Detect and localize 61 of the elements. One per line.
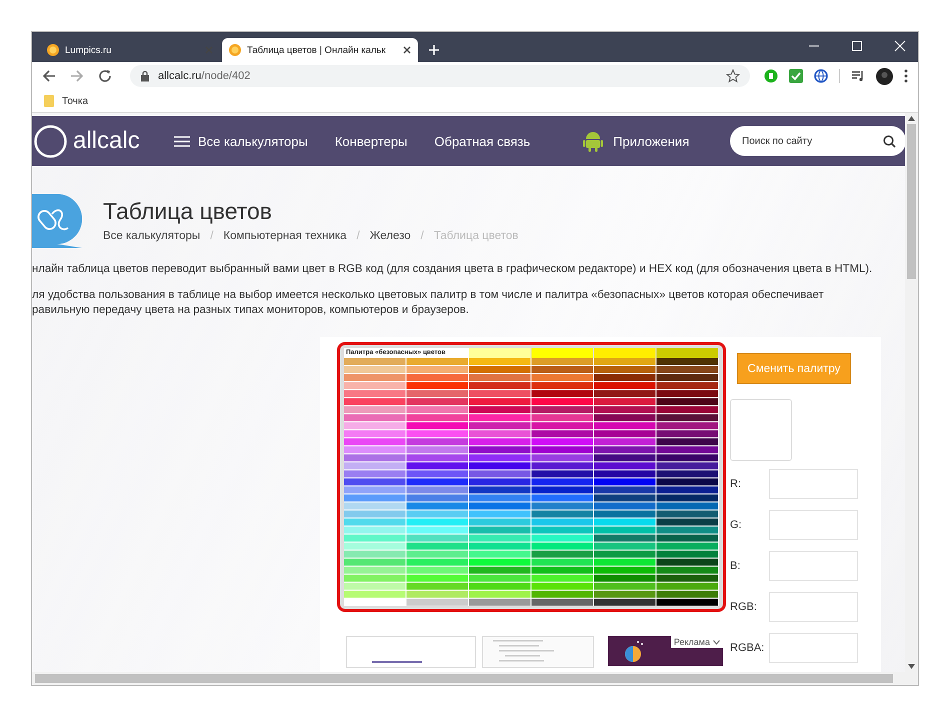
nav-link[interactable]: Обратная связь: [434, 134, 530, 148]
browser-tab[interactable]: Lumpics.ru: [40, 38, 220, 62]
browser-tab[interactable]: Таблица цветов | Онлайн кальк: [222, 38, 418, 62]
breadcrumb-separator: /: [356, 230, 360, 242]
page-title: Таблица цветов: [103, 198, 274, 225]
input-field[interactable]: [769, 592, 858, 622]
breadcrumb-separator: /: [210, 230, 214, 242]
url-text: allcalc.ru/node/402: [158, 70, 252, 82]
menu-icon[interactable]: [904, 69, 908, 83]
ad-label[interactable]: Реклама: [670, 636, 723, 648]
field-label: R:: [730, 478, 742, 490]
globe-icon[interactable]: [814, 69, 828, 83]
breadcrumb-link[interactable]: Все калькуляторы: [103, 230, 200, 242]
paragraph-line: ля удобства пользования в таблице на выбор имеется несколько цветовых палитр в том числе и палитра «безопасных» цветов которая обеспечивает: [32, 289, 825, 301]
maximize-icon[interactable]: [851, 40, 863, 52]
menu-icon: [174, 136, 190, 146]
site-icon: [46, 43, 60, 57]
nav-link[interactable]: Конвертеры: [334, 134, 408, 148]
scrollbar-thumb[interactable]: [35, 674, 893, 683]
checkbox-extension-icon[interactable]: [789, 69, 803, 83]
address-bar[interactable]: allcalc.ru/node/402: [130, 65, 750, 87]
scroll-down-icon[interactable]: [908, 664, 915, 669]
search-icon[interactable]: [883, 134, 896, 148]
star-icon[interactable]: [726, 69, 740, 83]
intro-paragraph: нлайн таблица цветов переводит выбранный вами цвет в RGB код (для создания цвета в графическом редакторе) и HEX код (для обозначения цвета в HTML).: [32, 263, 874, 275]
field-label: G:: [730, 518, 743, 530]
scrollbar-thumb[interactable]: [907, 124, 916, 279]
nav-link[interactable]: Приложения: [583, 130, 690, 152]
field-label: B:: [730, 560, 742, 572]
field-label: RGB:: [730, 600, 758, 612]
site-icon: [228, 43, 242, 57]
lock-icon: [140, 70, 150, 82]
close-icon[interactable]: [402, 45, 412, 55]
circle-logo-icon: [34, 124, 67, 158]
field-label: RGBA:: [730, 642, 766, 654]
chevron-down-icon: [713, 640, 720, 644]
avatar-icon[interactable]: [876, 68, 893, 84]
scroll-up-icon[interactable]: [908, 116, 915, 121]
back-icon[interactable]: [42, 69, 56, 83]
reload-icon[interactable]: [98, 69, 112, 83]
new-tab-icon[interactable]: [428, 44, 440, 56]
extension-icon[interactable]: [764, 69, 778, 83]
vertical-scrollbar[interactable]: [905, 113, 918, 672]
input-field[interactable]: [769, 632, 858, 662]
breadcrumb-link[interactable]: Компьютерная техника: [223, 230, 347, 242]
site-logo[interactable]: allcalc: [34, 124, 174, 158]
playlist-icon[interactable]: [851, 69, 865, 83]
horizontal-scrollbar[interactable]: [32, 672, 918, 685]
color-preview: [730, 399, 792, 461]
search-field[interactable]: Поиск по сайту: [730, 126, 905, 156]
folder-icon: [44, 95, 54, 107]
android-icon: [583, 130, 604, 152]
input-field[interactable]: [769, 468, 858, 498]
breadcrumb-link[interactable]: Железо: [370, 230, 411, 242]
input-field[interactable]: [769, 510, 858, 540]
breadcrumb-separator: /: [420, 230, 424, 242]
input-field[interactable]: [769, 550, 858, 580]
search-input[interactable]: Поиск по сайту: [740, 134, 883, 148]
nav-link[interactable]: Все калькуляторы: [174, 134, 308, 148]
paragraph-line: равильную передачу цвета на разных типах мониторов, компьютеров и браузеров.: [32, 304, 470, 316]
bookmark[interactable]: Точка: [44, 95, 88, 107]
